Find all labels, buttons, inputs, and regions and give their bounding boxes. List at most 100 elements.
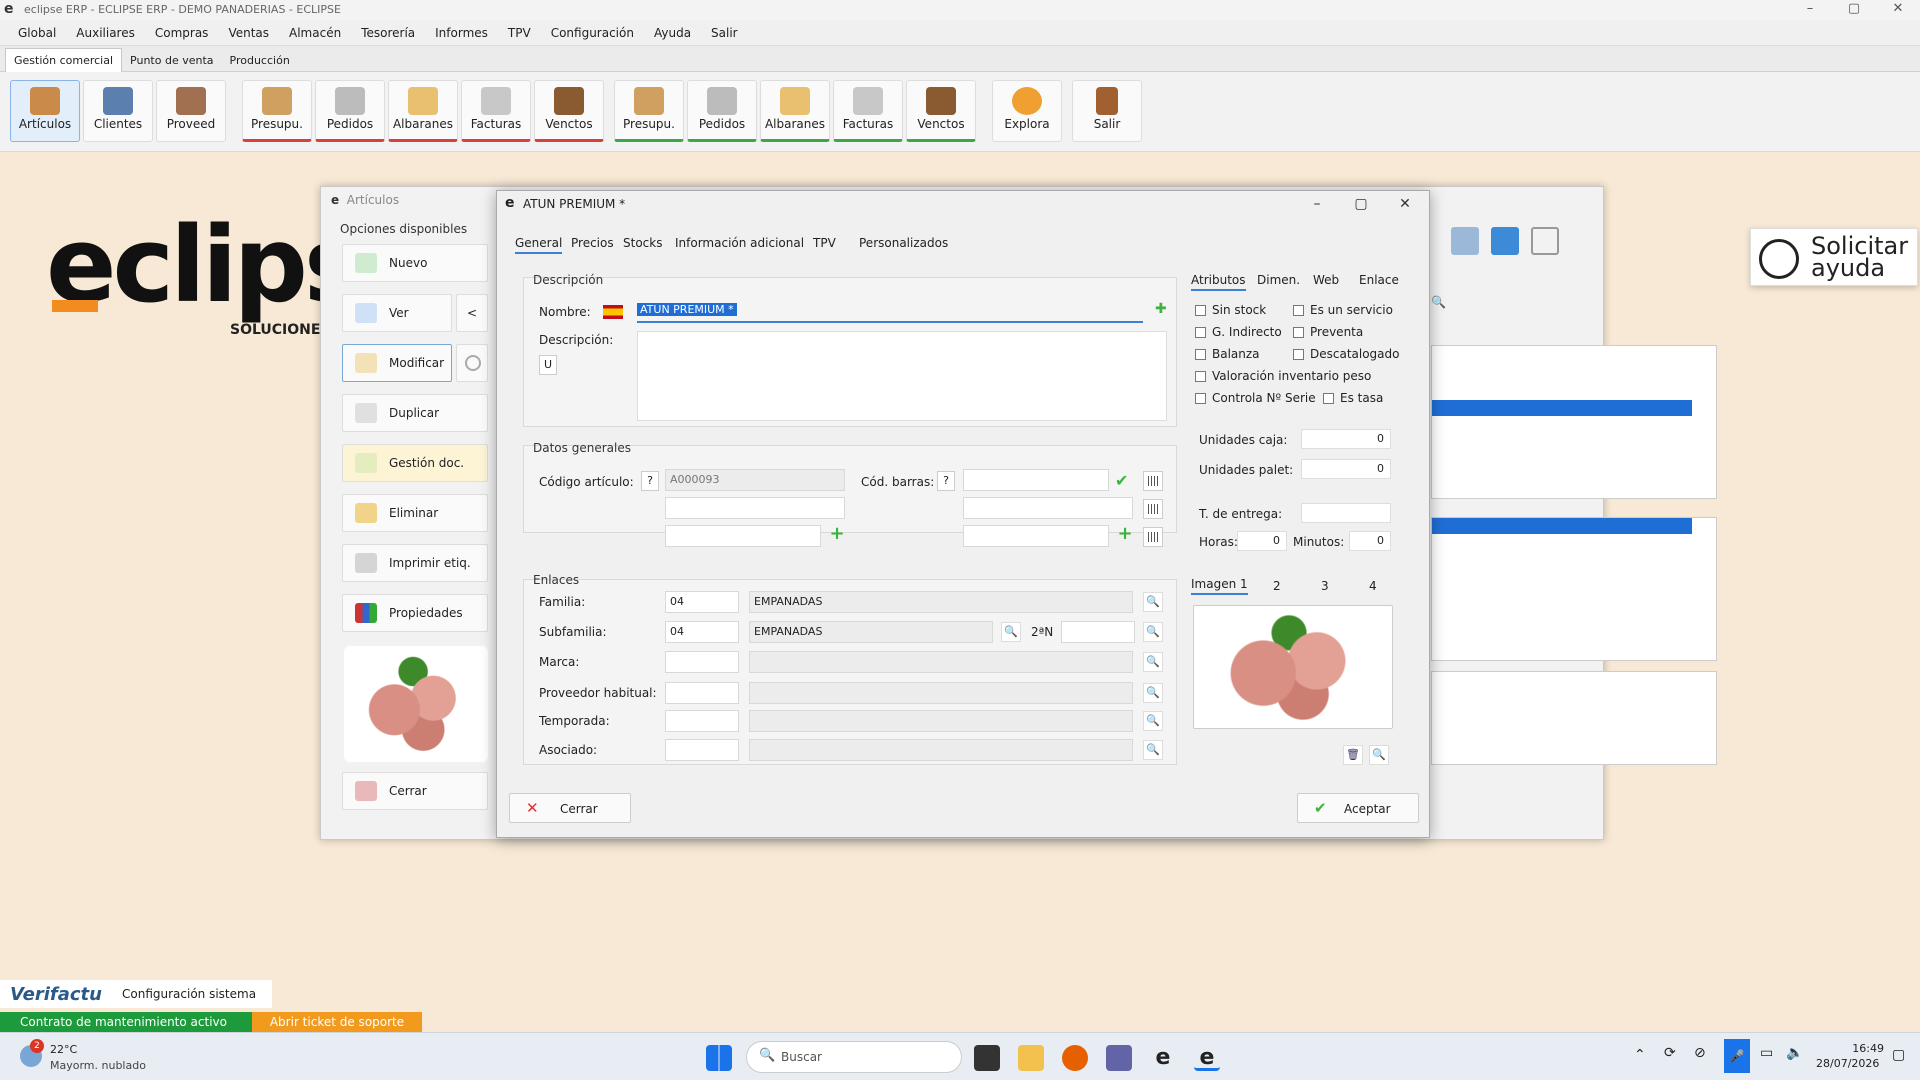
es-tasa-checkbox[interactable]: Es tasa bbox=[1323, 391, 1383, 405]
clock-date[interactable]: 28/07/2026 bbox=[1816, 1057, 1879, 1070]
firefox-icon[interactable] bbox=[1062, 1045, 1088, 1071]
file-explorer-icon[interactable] bbox=[1018, 1045, 1044, 1071]
clock-time[interactable]: 16:49 bbox=[1834, 1042, 1884, 1055]
codigo-help-button[interactable]: ? bbox=[641, 471, 659, 491]
check-icon[interactable]: ✔ bbox=[1115, 471, 1128, 490]
camera-icon[interactable] bbox=[1491, 227, 1519, 255]
menu-informes[interactable]: Informes bbox=[425, 20, 498, 46]
descatalogado-checkbox[interactable]: Descatalogado bbox=[1293, 347, 1400, 361]
cod-barras-input-3[interactable] bbox=[963, 525, 1109, 547]
tab-imagen-2[interactable]: 2 bbox=[1273, 579, 1281, 593]
toolbar-articulos-button[interactable]: Artículos bbox=[10, 80, 80, 142]
modificar-button[interactable]: Modificar bbox=[342, 344, 452, 382]
filter-settings-icon[interactable] bbox=[1451, 227, 1479, 255]
barcode-icon[interactable] bbox=[1143, 499, 1163, 519]
tab-punto-de-venta[interactable]: Punto de venta bbox=[122, 49, 221, 73]
codigo-articulo-input[interactable]: A000093 bbox=[665, 469, 845, 491]
toolbar-compras-facturas-button[interactable]: Facturas bbox=[833, 80, 903, 142]
g-indirecto-checkbox[interactable]: G. Indirecto bbox=[1195, 325, 1282, 339]
dialog-aceptar-button[interactable]: ✔ Aceptar bbox=[1297, 793, 1419, 823]
toolbar-ventas-presupuestos-button[interactable]: Presupu. bbox=[242, 80, 312, 142]
solicitar-ayuda-button[interactable]: Solicitar ayuda bbox=[1750, 228, 1918, 286]
preventa-checkbox[interactable]: Preventa bbox=[1293, 325, 1363, 339]
tab-stocks[interactable]: Stocks bbox=[623, 236, 662, 250]
search-icon[interactable]: 🔍 bbox=[1143, 740, 1163, 760]
teams-icon[interactable] bbox=[1106, 1045, 1132, 1071]
taskbar-search[interactable]: 🔍 Buscar bbox=[746, 1041, 962, 1073]
spain-flag-icon[interactable] bbox=[603, 305, 623, 319]
toolbar-salir-button[interactable]: Salir bbox=[1072, 80, 1142, 142]
barcode-icon[interactable] bbox=[1143, 527, 1163, 547]
selected-row[interactable] bbox=[1432, 400, 1692, 416]
search-icon[interactable]: 🔍 bbox=[1143, 711, 1163, 731]
tab-personalizados[interactable]: Personalizados bbox=[859, 236, 948, 250]
proveedor-code-input[interactable] bbox=[665, 682, 739, 704]
spinner-icon[interactable] bbox=[456, 344, 488, 382]
toolbar-ventas-albaranes-button[interactable]: Albaranes bbox=[388, 80, 458, 142]
articulos-grid-top[interactable] bbox=[1431, 345, 1717, 499]
n2-input[interactable] bbox=[1061, 621, 1135, 643]
menu-global[interactable]: Global bbox=[8, 20, 66, 46]
minutos-input[interactable]: 0 bbox=[1349, 531, 1391, 551]
tab-imagen-4[interactable]: 4 bbox=[1369, 579, 1377, 593]
search-icon[interactable]: 🔍 bbox=[1143, 622, 1163, 642]
es-un-servicio-checkbox[interactable]: Es un servicio bbox=[1293, 303, 1393, 317]
toolbar-compras-pedidos-button[interactable]: Pedidos bbox=[687, 80, 757, 142]
uppercase-button[interactable]: U bbox=[539, 355, 557, 375]
subfamilia-code-input[interactable]: 04 bbox=[665, 621, 739, 643]
display-icon[interactable]: ▭ bbox=[1760, 1045, 1773, 1061]
tab-gestion-comercial[interactable]: Gestión comercial bbox=[5, 48, 123, 73]
ver-button[interactable]: Ver bbox=[342, 294, 452, 332]
trash-icon[interactable]: 🗑 bbox=[1343, 745, 1363, 765]
tab-imagen-3[interactable]: 3 bbox=[1321, 579, 1329, 593]
propiedades-button[interactable]: Propiedades bbox=[342, 594, 488, 632]
valoracion-inventario-peso-checkbox[interactable]: Valoración inventario peso bbox=[1195, 369, 1371, 383]
network-off-icon[interactable]: ⊘ bbox=[1694, 1045, 1706, 1061]
menu-ayuda[interactable]: Ayuda bbox=[644, 20, 701, 46]
marca-code-input[interactable] bbox=[665, 651, 739, 673]
collapse-panel-button[interactable]: < bbox=[456, 294, 488, 332]
dialog-close-button[interactable]: ✕ bbox=[1383, 193, 1427, 215]
menu-ventas[interactable]: Ventas bbox=[218, 20, 279, 46]
unidades-palet-input[interactable]: 0 bbox=[1301, 459, 1391, 479]
menu-tesoreria[interactable]: Tesorería bbox=[351, 20, 425, 46]
configuracion-sistema-link[interactable]: Configuración sistema bbox=[122, 987, 256, 1001]
tab-tpv[interactable]: TPV bbox=[813, 236, 836, 250]
search-icon[interactable]: 🔍 bbox=[1143, 683, 1163, 703]
descripcion-textarea[interactable] bbox=[637, 331, 1167, 421]
windows-icon[interactable] bbox=[1531, 227, 1559, 255]
minimize-button[interactable]: – bbox=[1788, 0, 1832, 20]
horas-input[interactable]: 0 bbox=[1237, 531, 1287, 551]
tab-general[interactable]: General bbox=[515, 236, 563, 254]
sync-icon[interactable]: ⟳ bbox=[1664, 1045, 1676, 1061]
duplicar-button[interactable]: Duplicar bbox=[342, 394, 488, 432]
asociado-code-input[interactable] bbox=[665, 739, 739, 761]
toolbar-proveedores-button[interactable]: Proveed bbox=[156, 80, 226, 142]
menu-configuracion[interactable]: Configuración bbox=[541, 20, 644, 46]
tab-informacion-adicional[interactable]: Información adicional bbox=[675, 236, 804, 250]
toolbar-ventas-facturas-button[interactable]: Facturas bbox=[461, 80, 531, 142]
search-icon[interactable]: 🔍 bbox=[1143, 592, 1163, 612]
dialog-minimize-button[interactable]: – bbox=[1295, 193, 1339, 215]
product-image[interactable] bbox=[1193, 605, 1393, 729]
tab-precios[interactable]: Precios bbox=[571, 236, 614, 250]
menu-compras[interactable]: Compras bbox=[145, 20, 219, 46]
toolbar-compras-presupuestos-button[interactable]: Presupu. bbox=[614, 80, 684, 142]
sin-stock-checkbox[interactable]: Sin stock bbox=[1195, 303, 1266, 317]
barras-help-button[interactable]: ? bbox=[937, 471, 955, 491]
maximize-button[interactable]: ▢ bbox=[1832, 0, 1876, 20]
chevron-up-icon[interactable]: ⌃ bbox=[1634, 1047, 1646, 1063]
dialog-cerrar-button[interactable]: ✕ Cerrar bbox=[509, 793, 631, 823]
menu-almacen[interactable]: Almacén bbox=[279, 20, 351, 46]
menu-salir[interactable]: Salir bbox=[701, 20, 748, 46]
barcode-icon[interactable] bbox=[1143, 471, 1163, 491]
close-button[interactable]: ✕ bbox=[1876, 0, 1920, 20]
tab-produccion[interactable]: Producción bbox=[222, 49, 298, 73]
dialog-maximize-button[interactable]: ▢ bbox=[1339, 193, 1383, 215]
toolbar-compras-vencimientos-button[interactable]: Venctos bbox=[906, 80, 976, 142]
tab-web[interactable]: Web bbox=[1313, 273, 1339, 287]
articulos-grid-bottom[interactable] bbox=[1431, 671, 1717, 765]
articulos-grid-middle[interactable] bbox=[1431, 517, 1717, 661]
articulos-cerrar-button[interactable]: Cerrar bbox=[342, 772, 488, 810]
open-ticket-button[interactable]: Abrir ticket de soporte bbox=[252, 1012, 422, 1032]
